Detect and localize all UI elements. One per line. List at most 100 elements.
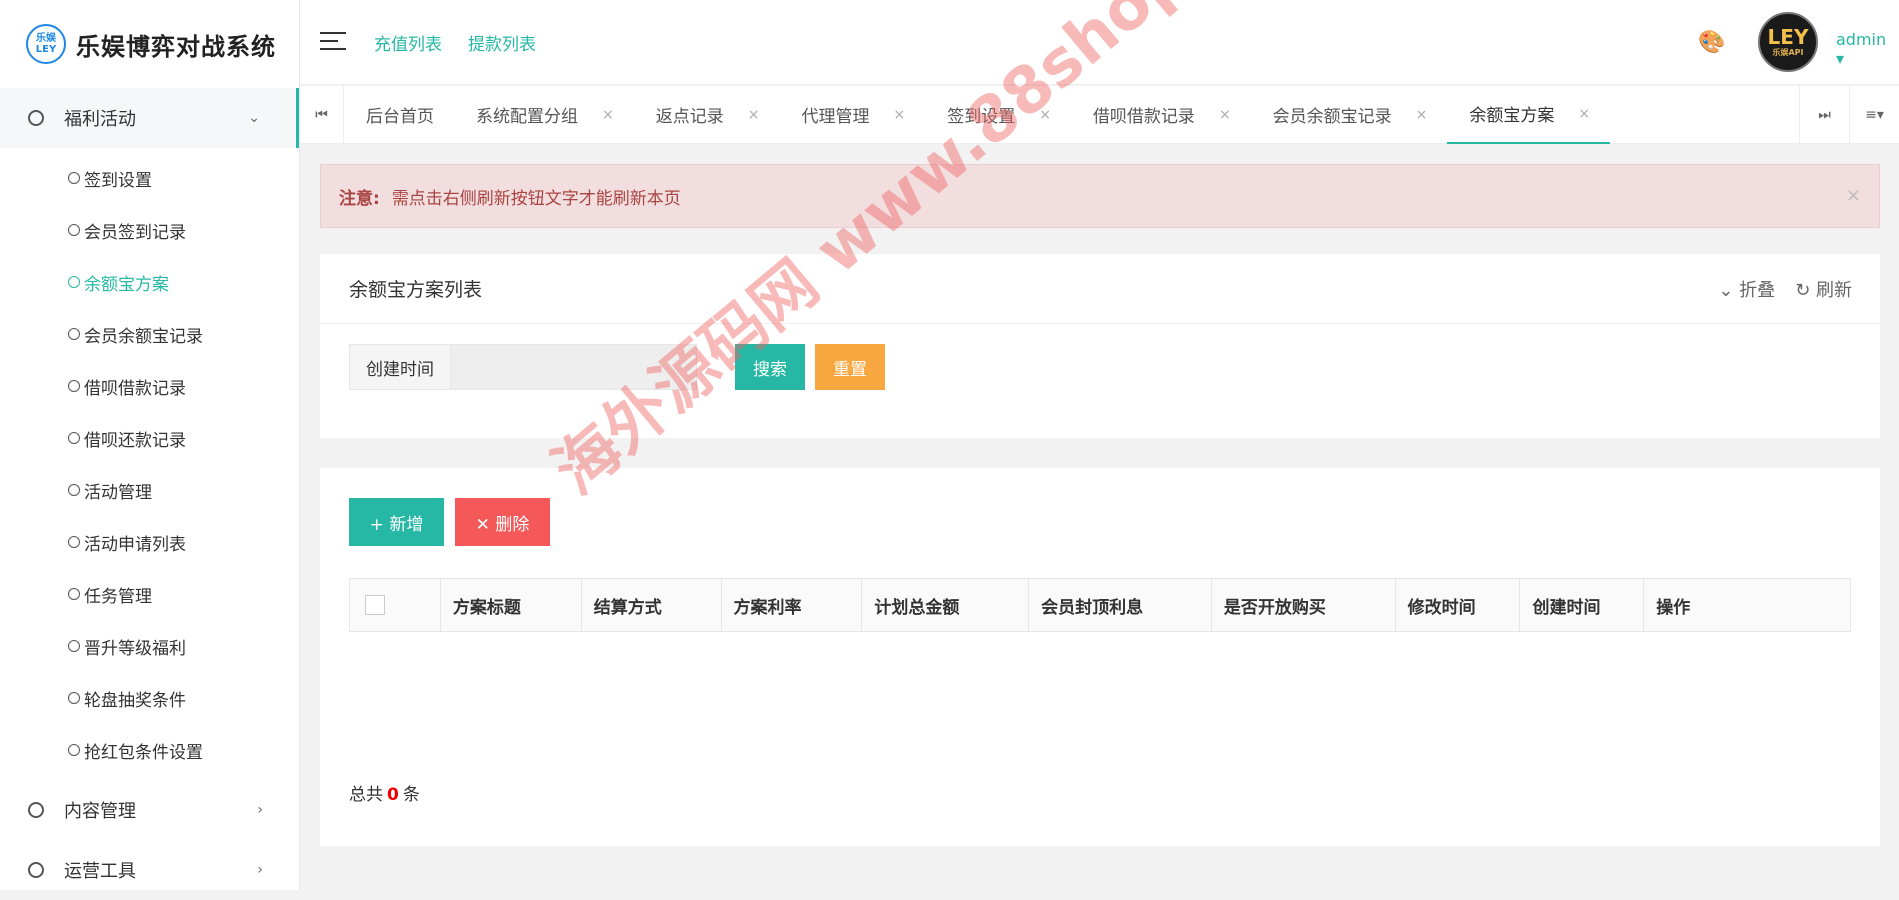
sidebar-item-label: 会员签到记录 (84, 222, 186, 243)
logo: 乐娱 LEY 乐娱博弈对战系统 (0, 0, 299, 88)
column-header[interactable]: 会员封顶利息 (1029, 579, 1212, 631)
column-header[interactable]: 计划总金额 (862, 579, 1030, 631)
list-panel: + 新增 ✕ 删除 方案标题 结算方式 方案利率 计划总金额 会员封顶利息 是否… (320, 468, 1880, 846)
logo-badge-icon: 乐娱 LEY (26, 24, 66, 64)
column-header[interactable]: 是否开放购买 (1212, 579, 1396, 631)
field-label: 创建时间 (350, 345, 451, 389)
menu-group-label: 运营工具 (64, 861, 136, 882)
created-time-field: 创建时间 (349, 344, 697, 390)
tab-scroll-right-icon[interactable]: ⏭ (1799, 86, 1849, 144)
tab-menu-icon[interactable]: ≡▾ (1849, 86, 1899, 144)
sidebar: 乐娱 LEY 乐娱博弈对战系统 福利活动 ⌄ 签到设置 会员签到记录 余额宝方案… (0, 0, 300, 890)
circle-icon (68, 640, 80, 652)
circle-icon (68, 536, 80, 548)
refresh-button[interactable]: ↻ 刷新 (1795, 276, 1852, 302)
select-all-cell (350, 579, 441, 631)
top-header: 充值列表 提款列表 🎨 LEY 乐娱API admin ▾ (300, 0, 1899, 85)
collapse-button[interactable]: ⌄ 折叠 (1718, 276, 1775, 302)
sidebar-item[interactable]: 签到设置 (0, 152, 299, 204)
sidebar-item-active[interactable]: 余额宝方案 (0, 256, 299, 308)
sidebar-item-label: 会员余额宝记录 (84, 326, 203, 347)
total-suffix: 条 (402, 785, 420, 805)
tab[interactable]: 系统配置分组 × (454, 86, 634, 144)
column-header[interactable]: 结算方式 (582, 579, 722, 631)
menu-group-welfare[interactable]: 福利活动 ⌄ (0, 88, 299, 148)
circle-icon (68, 692, 80, 704)
column-header[interactable]: 修改时间 (1396, 579, 1521, 631)
chevron-down-icon: ⌄ (248, 110, 260, 126)
avatar-subtext: 乐娱API (1772, 47, 1804, 57)
tab-label: 代理管理 (801, 107, 870, 127)
tab-scroll-left-icon[interactable]: ⏮ (300, 85, 344, 144)
sidebar-item[interactable]: 抢红包条件设置 (0, 724, 299, 776)
search-button[interactable]: 搜索 (735, 344, 805, 390)
created-time-input[interactable] (451, 345, 696, 389)
tab[interactable]: 会员余额宝记录 × (1251, 86, 1448, 144)
close-icon[interactable]: × (893, 107, 905, 123)
panel-title: 余额宝方案列表 (349, 279, 483, 301)
table-header: 方案标题 结算方式 方案利率 计划总金额 会员封顶利息 是否开放购买 修改时间 … (350, 579, 1850, 631)
close-icon[interactable]: × (1416, 107, 1428, 123)
sidebar-item[interactable]: 轮盘抽奖条件 (0, 672, 299, 724)
sidebar-item-label: 签到设置 (84, 170, 152, 191)
avatar[interactable]: LEY 乐娱API (1758, 12, 1818, 72)
sidebar-item[interactable]: 活动申请列表 (0, 516, 299, 568)
circle-icon (68, 380, 80, 392)
tab-label: 签到设置 (947, 107, 1016, 127)
user-menu[interactable]: admin ▾ (1836, 30, 1899, 68)
column-header[interactable]: 方案标题 (441, 579, 582, 631)
circle-icon (28, 862, 44, 878)
column-header[interactable]: 创建时间 (1520, 579, 1645, 631)
tab-label: 会员余额宝记录 (1272, 107, 1392, 127)
tab-label: 系统配置分组 (476, 107, 578, 127)
menu-group-label: 福利活动 (64, 109, 136, 130)
sidebar-item-label: 余额宝方案 (84, 274, 169, 295)
close-icon[interactable]: × (1578, 106, 1590, 122)
tab-active[interactable]: 余额宝方案 × (1447, 86, 1611, 144)
circle-icon (68, 588, 80, 600)
select-all-checkbox[interactable] (365, 595, 385, 615)
total-count: 总共 0 条 (349, 780, 420, 805)
circle-icon (68, 328, 80, 340)
menu-group-content[interactable]: 内容管理 › (0, 780, 299, 840)
sidebar-item[interactable]: 活动管理 (0, 464, 299, 516)
chevron-right-icon: › (257, 802, 263, 818)
close-icon[interactable]: × (602, 107, 614, 123)
close-icon[interactable]: × (1039, 107, 1051, 123)
circle-icon (68, 432, 80, 444)
tab[interactable]: 代理管理 × (779, 86, 925, 144)
column-header[interactable]: 方案利率 (722, 579, 863, 631)
close-icon[interactable]: × (1846, 185, 1861, 206)
sidebar-item[interactable]: 借呗借款记录 (0, 360, 299, 412)
total-number: 0 (387, 785, 399, 805)
withdraw-list-link[interactable]: 提款列表 (468, 30, 536, 55)
palette-icon[interactable]: 🎨 (1698, 30, 1725, 55)
menu-group-operations[interactable]: 运营工具 › (0, 840, 299, 900)
close-icon[interactable]: × (1219, 107, 1231, 123)
sidebar-item-label: 晋升等级福利 (84, 638, 186, 659)
sidebar-item[interactable]: 会员签到记录 (0, 204, 299, 256)
sidebar-item[interactable]: 会员余额宝记录 (0, 308, 299, 360)
tab-home[interactable]: 后台首页 (344, 86, 454, 144)
circle-icon (68, 744, 80, 756)
add-button[interactable]: + 新增 (349, 498, 444, 546)
sidebar-item-label: 轮盘抽奖条件 (84, 690, 186, 711)
sidebar-item[interactable]: 借呗还款记录 (0, 412, 299, 464)
tab-controls: ⏭ ≡▾ (1799, 86, 1899, 144)
sidebar-item-label: 借呗借款记录 (84, 378, 186, 399)
delete-button[interactable]: ✕ 删除 (455, 498, 550, 546)
panel-header: 余额宝方案列表 ⌄ 折叠 ↻ 刷新 (320, 254, 1880, 324)
menu-toggle-icon[interactable] (320, 32, 346, 52)
search-form: 创建时间 搜索 重置 (349, 344, 885, 390)
close-icon[interactable]: × (748, 107, 760, 123)
circle-icon (68, 172, 80, 184)
search-panel: 余额宝方案列表 ⌄ 折叠 ↻ 刷新 创建时间 搜索 重置 (320, 254, 1880, 438)
tab[interactable]: 借呗借款记录 × (1071, 86, 1251, 144)
tab[interactable]: 返点记录 × (634, 86, 780, 144)
sidebar-item[interactable]: 任务管理 (0, 568, 299, 620)
tab[interactable]: 签到设置 × (925, 86, 1071, 144)
sidebar-item[interactable]: 晋升等级福利 (0, 620, 299, 672)
recharge-list-link[interactable]: 充值列表 (374, 30, 442, 55)
reset-button[interactable]: 重置 (815, 344, 885, 390)
tab-label: 后台首页 (366, 107, 434, 127)
